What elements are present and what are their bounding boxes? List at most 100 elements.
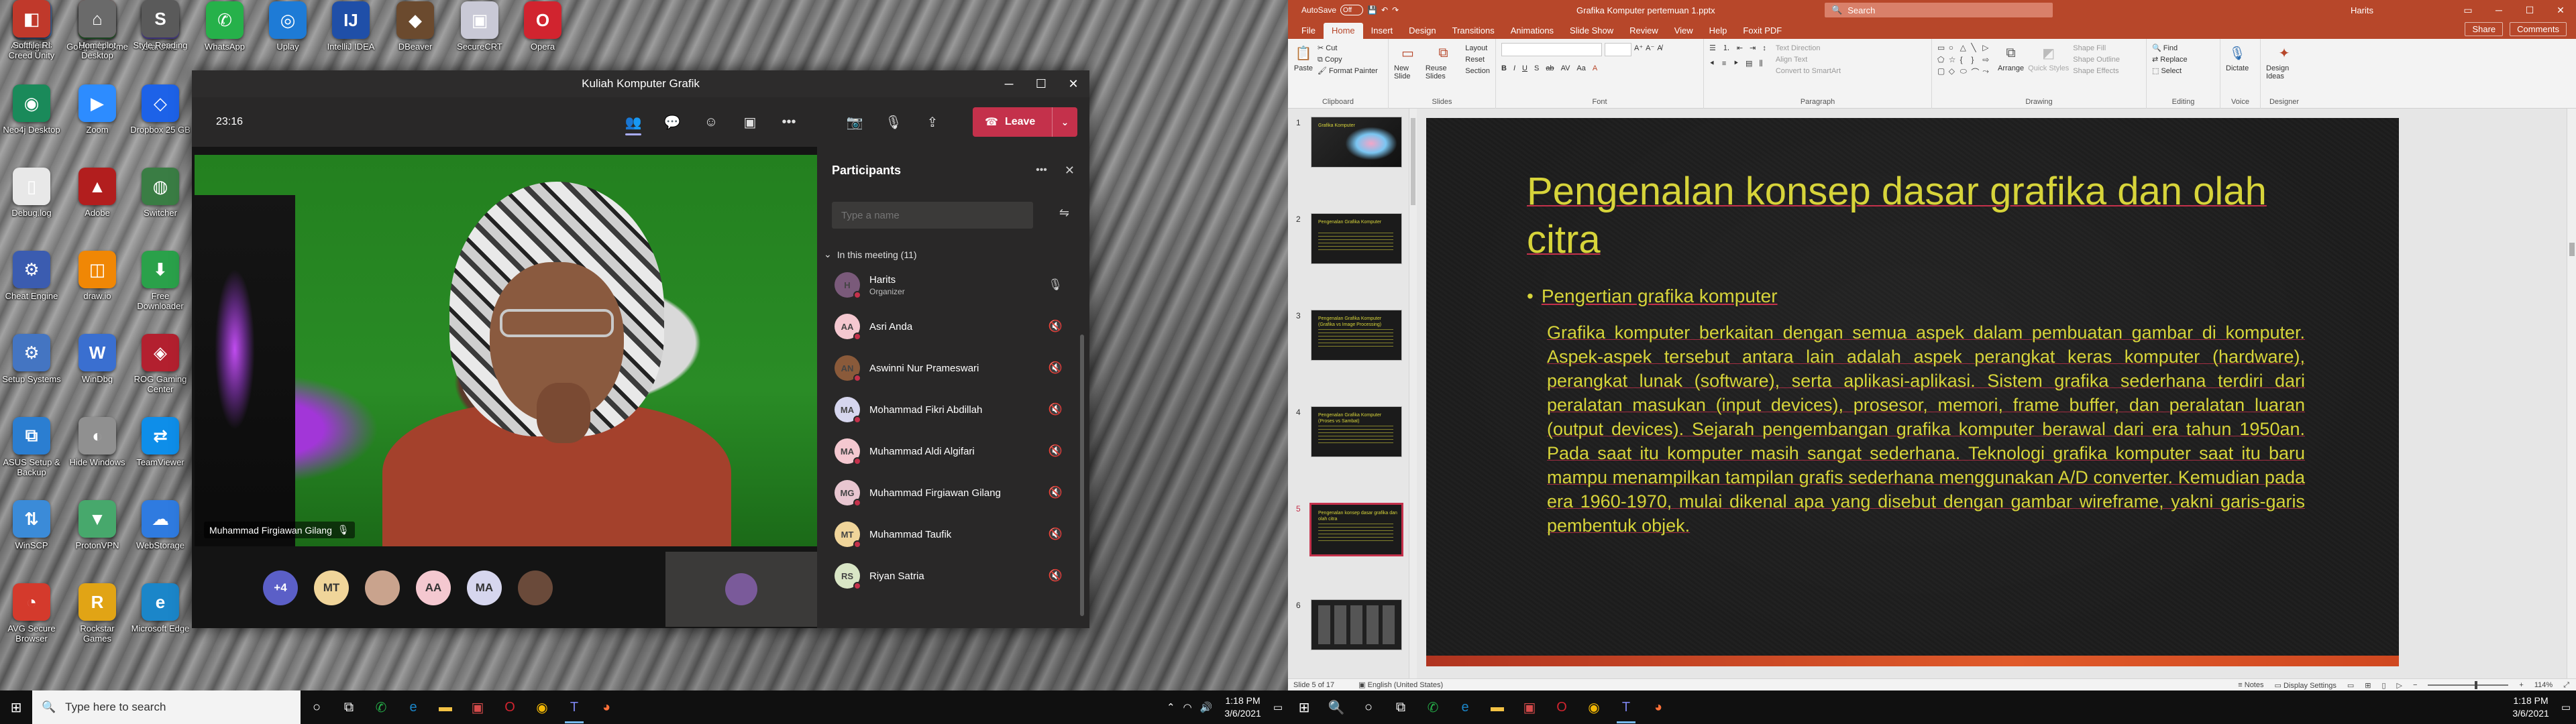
tab-foxit-pdf[interactable]: Foxit PDF: [1735, 23, 1790, 39]
notification-icon[interactable]: ▭: [2561, 701, 2571, 713]
desktop-icon-uplay[interactable]: ◎ Uplay: [258, 1, 318, 71]
firefox-icon[interactable]: ◕: [590, 690, 623, 724]
desktop-icon-neo4j-desktop[interactable]: ◉ Neo4j Desktop: [1, 84, 62, 154]
participant-search-input[interactable]: [832, 202, 1033, 229]
opera-icon[interactable]: O: [1546, 690, 1578, 724]
desktop-icon-asus-setup-backup[interactable]: ⧉ ASUS Setup & Backup: [1, 417, 62, 487]
copy-button[interactable]: ⧉ Copy: [1318, 54, 1378, 66]
desktop-icon-rog-gaming-center[interactable]: ◈ ROG Gaming Center: [130, 334, 191, 404]
reset-button[interactable]: Reset: [1465, 54, 1490, 66]
whatsapp-icon[interactable]: ✆: [1417, 690, 1449, 724]
mic-muted-icon[interactable]: 🔇: [1049, 403, 1063, 416]
more-actions-icon[interactable]: •••: [774, 107, 804, 137]
volume-icon[interactable]: 🔊: [1200, 701, 1213, 713]
desktop-icon-zoom[interactable]: ▶ Zoom: [67, 84, 127, 154]
gift-app-icon[interactable]: ▣: [462, 690, 494, 724]
autosave-toggle[interactable]: AutoSave Off 💾 ↶ ↷: [1301, 5, 1399, 15]
show-hidden-icons-icon[interactable]: ⌃: [1167, 701, 1175, 713]
slide-title[interactable]: Pengenalan konsep dasar grafika dan olah…: [1527, 168, 2318, 264]
search-icon[interactable]: 🔍: [1320, 690, 1352, 724]
participants-scrollbar[interactable]: [1080, 335, 1084, 616]
fit-to-window-icon[interactable]: ⤢: [2563, 681, 2569, 690]
slide-thumbnail[interactable]: [1311, 599, 1402, 650]
chrome-icon[interactable]: ◉: [526, 690, 558, 724]
teams-titlebar[interactable]: Kuliah Komputer Grafik ─ ☐ ✕: [192, 70, 1089, 97]
tab-design[interactable]: Design: [1401, 23, 1444, 39]
participant-video[interactable]: Muhammad Firgiawan Gilang 🎙: [195, 155, 817, 546]
ribbon-display-icon[interactable]: ▭: [2453, 0, 2483, 20]
maximize-icon[interactable]: ☐: [2514, 0, 2545, 20]
normal-view-icon[interactable]: ▭: [2347, 681, 2354, 690]
desktop-icon-protonvpn[interactable]: ▼ ProtonVPN: [67, 500, 127, 570]
reactions-icon[interactable]: ☺: [696, 107, 726, 137]
bold-icon[interactable]: B: [1501, 63, 1507, 74]
tab-slide-show[interactable]: Slide Show: [1562, 23, 1621, 39]
tab-help[interactable]: Help: [1701, 23, 1735, 39]
powerpoint-titlebar[interactable]: AutoSave Off 💾 ↶ ↷ Grafika Komputer pert…: [1288, 0, 2576, 20]
participant-avatar[interactable]: [365, 570, 400, 605]
cortana-icon[interactable]: ○: [1352, 690, 1385, 724]
desktop-icon-whatsapp[interactable]: ✆ WhatsApp: [195, 1, 255, 71]
taskbar-clock[interactable]: 1:18 PM 3/6/2021: [1224, 695, 1261, 720]
desktop-icon-opera[interactable]: O Opera: [513, 1, 573, 71]
notes-button[interactable]: ≡ Notes: [2238, 681, 2263, 689]
windows-start-icon[interactable]: ⊞: [1288, 690, 1320, 724]
text-direction-button[interactable]: Text Direction: [1776, 43, 1841, 54]
font-size-box[interactable]: [1605, 43, 1631, 56]
close-icon[interactable]: ✕: [1057, 70, 1089, 97]
font-family-box[interactable]: [1501, 43, 1602, 56]
zoom-level[interactable]: 114%: [2534, 681, 2553, 689]
desktop-icon-rockstar-games[interactable]: R Rockstar Games: [67, 583, 127, 653]
slide-sorter-icon[interactable]: ⊞: [2365, 681, 2371, 690]
desktop-icon-homeplot[interactable]: ⌂ Homeplot: [67, 0, 127, 70]
slideshow-icon[interactable]: ▷: [2397, 681, 2402, 690]
desktop-icon-teamviewer[interactable]: ⇄ TeamViewer: [130, 417, 191, 487]
decrease-indent-icon[interactable]: ⇤: [1737, 43, 1743, 54]
desktop-icon-windbg[interactable]: W WinDbg: [67, 334, 127, 404]
camera-off-icon[interactable]: 📷: [840, 107, 869, 137]
convert-smartart-button[interactable]: Convert to SmartArt: [1776, 66, 1841, 77]
participant-row[interactable]: MA Mohammad Fikri Abdillah 🔇: [817, 389, 1089, 430]
reading-view-icon[interactable]: ▯: [2381, 681, 2385, 690]
tab-review[interactable]: Review: [1621, 23, 1666, 39]
language-status[interactable]: ▣ English (United States): [1358, 680, 1443, 689]
participant-row[interactable]: MA Muhammad Aldi Algifari 🔇: [817, 430, 1089, 472]
share-invite-icon[interactable]: ⇋: [1059, 206, 1069, 220]
slide-body-text[interactable]: Grafika komputer berkaitan dengan semua …: [1547, 320, 2305, 538]
mic-muted-icon[interactable]: 🔇: [1049, 320, 1063, 333]
user-name[interactable]: Harits: [2351, 5, 2373, 15]
chevron-down-icon[interactable]: ⌄: [1053, 117, 1077, 128]
chat-icon[interactable]: 💬: [657, 107, 687, 137]
tab-view[interactable]: View: [1666, 23, 1701, 39]
display-settings-button[interactable]: ▭ Display Settings: [2275, 681, 2337, 690]
line-spacing-icon[interactable]: ↕: [1762, 43, 1766, 54]
mic-muted-icon[interactable]: 🔇: [1049, 528, 1063, 541]
share-button[interactable]: Share: [2465, 22, 2504, 36]
desktop-icon-securecrt[interactable]: ▣ SecureCRT: [449, 1, 510, 71]
close-panel-icon[interactable]: ✕: [1065, 164, 1075, 178]
whatsapp-icon[interactable]: ✆: [365, 690, 397, 724]
undo-icon[interactable]: ↶: [1381, 5, 1388, 15]
more-options-icon[interactable]: •••: [1036, 164, 1047, 176]
participant-row[interactable]: MT Muhammad Taufik 🔇: [817, 514, 1089, 555]
zoom-out-icon[interactable]: −: [2413, 681, 2417, 689]
file-explorer-icon[interactable]: ▬: [429, 690, 462, 724]
zoom-in-icon[interactable]: +: [2519, 681, 2523, 689]
tab-insert[interactable]: Insert: [1363, 23, 1401, 39]
desktop-icon-cheat-engine[interactable]: ⚙ Cheat Engine: [1, 251, 62, 320]
participant-row[interactable]: RS Riyan Satria 🔇: [817, 555, 1089, 597]
desktop-icon-microsoft-edge[interactable]: e Microsoft Edge: [130, 583, 191, 653]
minimize-icon[interactable]: ─: [993, 70, 1025, 97]
cut-button[interactable]: ✂ Cut: [1318, 43, 1378, 54]
more-participants-badge[interactable]: +4: [263, 570, 298, 605]
desktop-icon-dbeaver[interactable]: ◆ DBeaver: [385, 1, 445, 71]
participant-row[interactable]: MG Muhammad Firgiawan Gilang 🔇: [817, 472, 1089, 514]
zoom-slider[interactable]: [2428, 681, 2509, 689]
minimize-icon[interactable]: ─: [2483, 0, 2514, 20]
file-explorer-icon[interactable]: ▬: [1481, 690, 1513, 724]
tab-transitions[interactable]: Transitions: [1444, 23, 1503, 39]
maximize-icon[interactable]: ☐: [1025, 70, 1057, 97]
teams-taskbar-icon[interactable]: T: [1610, 690, 1642, 724]
participant-avatar[interactable]: AA: [416, 570, 451, 605]
mic-muted-icon[interactable]: 🔇: [1049, 361, 1063, 375]
